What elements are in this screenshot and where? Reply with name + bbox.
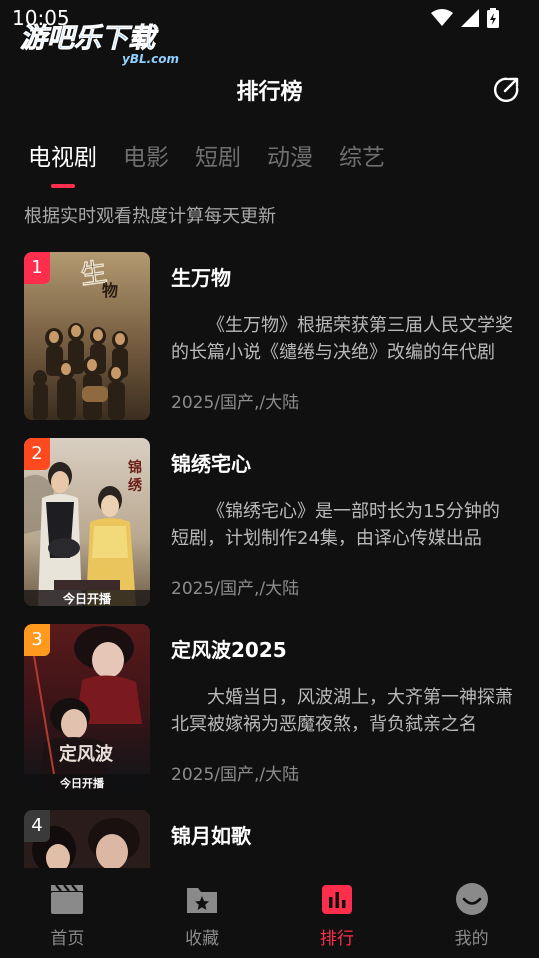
- item-meta: 2025/国产,/大陆: [171, 393, 300, 413]
- share-button[interactable]: [492, 76, 520, 104]
- svg-text:锦: 锦: [128, 459, 142, 476]
- bottom-navigation: 首页 收藏 排行 我的: [0, 868, 539, 958]
- nav-ranking-label: 排行: [319, 929, 354, 949]
- poster-caption: 今日开播: [62, 591, 112, 606]
- item-title[interactable]: 定风波2025: [171, 634, 287, 663]
- share-icon: [493, 77, 519, 103]
- tab-short-drama[interactable]: 短剧: [195, 141, 241, 175]
- active-tab-indicator: [51, 184, 75, 188]
- item-description: 《锦绣宅心》是一部时长为15分钟的短剧，计划制作24集，由译心传媒出品: [171, 501, 500, 549]
- poster-image[interactable]: 锦 绣 今日开播 2: [24, 438, 150, 606]
- nav-profile-label: 我的: [454, 929, 489, 949]
- tab-variety[interactable]: 综艺: [339, 141, 385, 175]
- svg-text:绣: 绣: [128, 477, 143, 494]
- rank-badge: 4: [24, 810, 50, 842]
- svg-text:定风波: 定风波: [59, 743, 114, 765]
- svg-text:游吧乐下载: 游吧乐下载: [20, 23, 159, 54]
- nav-home[interactable]: 首页: [0, 868, 135, 958]
- ranking-item[interactable]: 定风波 今日开播 3 定风波2025 大婚当日，风波湖上，大齐第一神探萧北冥被嫁…: [24, 624, 524, 792]
- category-tabs: 电视剧 电影 短剧 动漫 综艺: [28, 141, 385, 175]
- tab-movies[interactable]: 电影: [123, 141, 169, 175]
- item-description: 《生万物》根据荣获第三届人民文学奖的长篇小说《缱绻与决绝》改编的年代剧: [171, 315, 513, 363]
- smiley-profile-icon: [455, 883, 488, 915]
- wifi-icon: [431, 9, 453, 31]
- nav-home-label: 首页: [50, 929, 85, 949]
- signal-icon: [461, 9, 479, 31]
- item-title[interactable]: 锦月如歌: [171, 820, 251, 849]
- svg-text:物: 物: [102, 281, 118, 300]
- item-title[interactable]: 生万物: [171, 262, 231, 291]
- watermark-logo: 游吧乐下载 yBL.com: [18, 20, 188, 66]
- ranking-item[interactable]: 4 锦月如歌: [24, 810, 524, 868]
- item-description: 大婚当日，风波湖上，大齐第一神探萧北冥被嫁祸为恶魔夜煞，背负弑亲之名: [171, 687, 513, 735]
- nav-favorites-label: 收藏: [185, 929, 220, 949]
- bookmark-folder-icon: [187, 888, 218, 913]
- poster-image[interactable]: 生 物 1: [24, 252, 150, 420]
- watermark-logo-graphic: 游吧乐下载 yBL.com: [20, 23, 179, 66]
- tab-anime[interactable]: 动漫: [267, 141, 313, 175]
- ranking-screen: 10:05 游吧乐下载 yBL.com 排行榜 电视剧 电影 短剧 动漫 综艺 …: [0, 0, 539, 958]
- poster-image[interactable]: 4: [24, 810, 150, 868]
- poster-image[interactable]: 定风波 今日开播 3: [24, 624, 150, 792]
- ranking-subtitle: 根据实时观看热度计算每天更新: [24, 206, 276, 227]
- page-title: 排行榜: [236, 80, 303, 105]
- clapperboard-icon: [51, 884, 84, 914]
- item-meta: 2025/国产,/大陆: [171, 579, 300, 599]
- battery-icon: [487, 8, 499, 32]
- item-title[interactable]: 锦绣宅心: [171, 448, 251, 477]
- nav-ranking[interactable]: 排行: [270, 868, 405, 958]
- nav-profile[interactable]: 我的: [404, 868, 539, 958]
- poster-caption: 今日开播: [59, 776, 105, 790]
- rank-badge: 3: [24, 624, 50, 656]
- ranking-chart-icon: [321, 885, 352, 914]
- status-icons: [431, 8, 499, 32]
- rank-badge: 2: [24, 438, 50, 470]
- ranking-item[interactable]: 生 物 1 生万物 《生万物》根据荣获第三届人民文学奖的长篇小说《缱绻与决绝》改…: [24, 252, 524, 420]
- tab-tv-series[interactable]: 电视剧: [28, 141, 97, 175]
- svg-text:yBL.com: yBL.com: [122, 52, 179, 66]
- item-meta: 2025/国产,/大陆: [171, 765, 300, 785]
- ranking-list[interactable]: 生 物 1 生万物 《生万物》根据荣获第三届人民文学奖的长篇小说《缱绻与决绝》改…: [0, 252, 539, 868]
- rank-badge: 1: [24, 252, 50, 284]
- nav-favorites[interactable]: 收藏: [135, 868, 270, 958]
- ranking-item[interactable]: 锦 绣 今日开播 2 锦绣宅心 《锦绣宅心》是一部时长为15分钟的短剧，计划制作…: [24, 438, 524, 606]
